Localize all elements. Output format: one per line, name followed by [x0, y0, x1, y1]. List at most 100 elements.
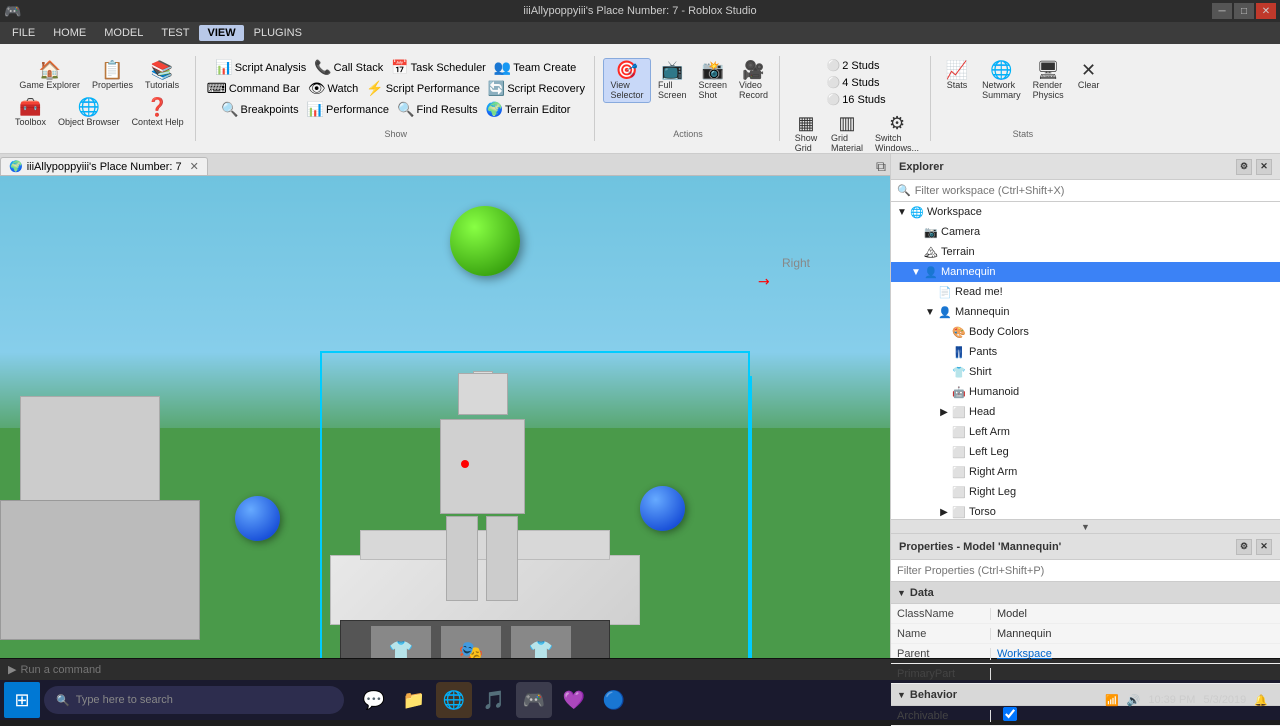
tree-item-4[interactable]: 📄Read me!	[891, 282, 1280, 302]
tree-toggle[interactable]: ▼	[909, 267, 923, 278]
properties-button[interactable]: 📋 Properties	[87, 58, 138, 93]
video-record-button[interactable]: 🎥 VideoRecord	[734, 58, 773, 103]
tree-toggle[interactable]: ▶	[937, 507, 951, 518]
breakpoints-button[interactable]: 🔍 Breakpoints	[218, 100, 302, 119]
display-case: 👕 🎭 👕	[340, 620, 610, 658]
taskbar-search[interactable]: 🔍 Type here to search	[44, 686, 344, 714]
viewport[interactable]: 🌍 iiiAllypoppyiii's Place Number: 7 ✕ ⧉ …	[0, 154, 890, 658]
taskbar-cortana[interactable]: 💬	[356, 682, 392, 718]
taskbar-discord[interactable]: 💜	[556, 682, 592, 718]
clear-button[interactable]: ✕ Clear	[1071, 58, 1107, 103]
object-browser-button[interactable]: 🌐 Object Browser	[53, 95, 125, 130]
menu-test[interactable]: TEST	[153, 25, 197, 41]
context-help-button[interactable]: ❓ Context Help	[127, 95, 189, 130]
menu-plugins[interactable]: PLUGINS	[246, 25, 310, 41]
menu-model[interactable]: MODEL	[96, 25, 151, 41]
script-performance-button[interactable]: ⚡ Script Performance	[363, 79, 483, 98]
tree-item-6[interactable]: 🎨Body Colors	[891, 322, 1280, 342]
full-screen-button[interactable]: 📺 FullScreen	[653, 58, 692, 103]
explorer-settings-button[interactable]: ⚙	[1236, 159, 1252, 175]
blue-sphere-left[interactable]	[235, 496, 280, 541]
stats-button[interactable]: 📈 Stats	[939, 58, 975, 103]
tree-item-5[interactable]: ▼👤Mannequin	[891, 302, 1280, 322]
game-explorer-button[interactable]: 🏠 Game Explorer	[14, 58, 85, 93]
tree-item-15[interactable]: ▶⬜Torso	[891, 502, 1280, 519]
taskbar-edge[interactable]: 🌐	[436, 682, 472, 718]
mannequin[interactable]	[440, 371, 525, 603]
tree-item-14[interactable]: ⬜Right Leg	[891, 482, 1280, 502]
find-results-button[interactable]: 🔍 Find Results	[394, 100, 481, 119]
taskbar-chrome[interactable]: 🔵	[596, 682, 632, 718]
tree-item-11[interactable]: ⬜Left Arm	[891, 422, 1280, 442]
explorer-search[interactable]: 🔍	[891, 180, 1280, 202]
watch-button[interactable]: 👁 Watch	[305, 79, 362, 98]
team-create-button[interactable]: 👥 Team Create	[491, 58, 579, 77]
window-controls: ─ □ ✕	[1212, 3, 1276, 19]
script-recovery-button[interactable]: 🔄 Script Recovery	[485, 79, 588, 98]
tree-item-8[interactable]: 👕Shirt	[891, 362, 1280, 382]
tree-toggle[interactable]: ▼	[895, 207, 909, 218]
explorer-close-button[interactable]: ✕	[1256, 159, 1272, 175]
task-scheduler-button[interactable]: 📅 Task Scheduler	[388, 58, 489, 77]
call-stack-button[interactable]: 📞 Call Stack	[311, 58, 386, 77]
tree-item-0[interactable]: ▼🌐Workspace	[891, 202, 1280, 222]
explorer-search-input[interactable]	[915, 185, 1274, 197]
tree-item-2[interactable]: 🏔Terrain	[891, 242, 1280, 262]
show-grid-button[interactable]: ▦ ShowGrid	[788, 111, 824, 156]
viewport-tab-close[interactable]: ✕	[190, 160, 199, 173]
command-bar-button[interactable]: ⌨ Command Bar	[204, 79, 303, 98]
taskbar-explorer[interactable]: 📁	[396, 682, 432, 718]
screen-shot-button[interactable]: 📸 ScreenShot	[693, 58, 732, 103]
viewport-tab-active[interactable]: 🌍 iiiAllypoppyiii's Place Number: 7 ✕	[0, 157, 208, 175]
menu-view[interactable]: VIEW	[199, 25, 243, 41]
start-button[interactable]: ⊞	[4, 682, 40, 718]
performance-button[interactable]: 📊 Performance	[304, 100, 392, 119]
tree-item-10[interactable]: ▶⬜Head	[891, 402, 1280, 422]
properties-search[interactable]	[891, 560, 1280, 582]
taskbar-roblox[interactable]: 🎮	[516, 682, 552, 718]
green-sphere[interactable]	[450, 206, 520, 276]
section-toggle: ▼	[897, 690, 906, 700]
properties-close-button[interactable]: ✕	[1256, 539, 1272, 555]
close-button[interactable]: ✕	[1256, 3, 1276, 19]
tree-item-13[interactable]: ⬜Right Arm	[891, 462, 1280, 482]
explorer-scroll-down[interactable]: ▼	[891, 519, 1280, 533]
command-bar-input[interactable]	[20, 664, 1272, 676]
explorer-tree[interactable]: ▼🌐Workspace 📷Camera 🏔Terrain▼👤Mannequin …	[891, 202, 1280, 519]
view-selector-button[interactable]: 🎯 ViewSelector	[603, 58, 651, 103]
prop-section-data[interactable]: ▼ Data	[891, 582, 1280, 604]
tree-item-9[interactable]: 🤖Humanoid	[891, 382, 1280, 402]
tree-toggle[interactable]: ▶	[937, 407, 951, 418]
16-studs-option[interactable]: ⚪ 16 Studs	[823, 92, 888, 107]
tree-icon: ⬜	[951, 466, 967, 479]
properties-settings-button[interactable]: ⚙	[1236, 539, 1252, 555]
switch-windows-button[interactable]: ⚙ SwitchWindows...	[870, 111, 924, 156]
terrain-editor-button[interactable]: 🌍 Terrain Editor	[483, 100, 574, 119]
2-studs-option[interactable]: ⚪ 2 Studs	[823, 58, 888, 73]
script-analysis-button[interactable]: 📊 Script Analysis	[212, 58, 309, 77]
taskbar-music[interactable]: 🎵	[476, 682, 512, 718]
tree-item-7[interactable]: 👖Pants	[891, 342, 1280, 362]
blue-sphere-right[interactable]	[640, 486, 685, 531]
minimize-button[interactable]: ─	[1212, 3, 1232, 19]
restore-button[interactable]: □	[1234, 3, 1254, 19]
menu-home[interactable]: HOME	[45, 25, 94, 41]
prop-checkbox-archivable[interactable]	[1003, 707, 1017, 721]
prop-value-cell[interactable]: Workspace	[991, 648, 1280, 660]
viewport-maximize-button[interactable]: ⧉	[876, 158, 886, 174]
render-physics-button[interactable]: 🖥 RenderPhysics	[1028, 58, 1069, 103]
taskbar-notification-icon[interactable]: 🔔	[1254, 694, 1268, 707]
properties-search-input[interactable]	[897, 565, 1274, 577]
grid-material-button[interactable]: ▥ GridMaterial	[826, 111, 868, 156]
4-studs-option[interactable]: ⚪ 4 Studs	[823, 75, 888, 90]
viewport-scene[interactable]: Right ↗	[0, 176, 890, 658]
tree-item-3[interactable]: ▼👤Mannequin	[891, 262, 1280, 282]
tree-toggle[interactable]: ▼	[923, 307, 937, 318]
toolbox-button[interactable]: 🧰 Toolbox	[10, 95, 51, 130]
tree-item-1[interactable]: 📷Camera	[891, 222, 1280, 242]
taskbar-volume-icon: 🔊	[1127, 694, 1141, 707]
tree-item-12[interactable]: ⬜Left Leg	[891, 442, 1280, 462]
tutorials-button[interactable]: 📚 Tutorials	[140, 58, 184, 93]
network-summary-button[interactable]: 🌐 NetworkSummary	[977, 58, 1026, 103]
menu-file[interactable]: FILE	[4, 25, 43, 41]
